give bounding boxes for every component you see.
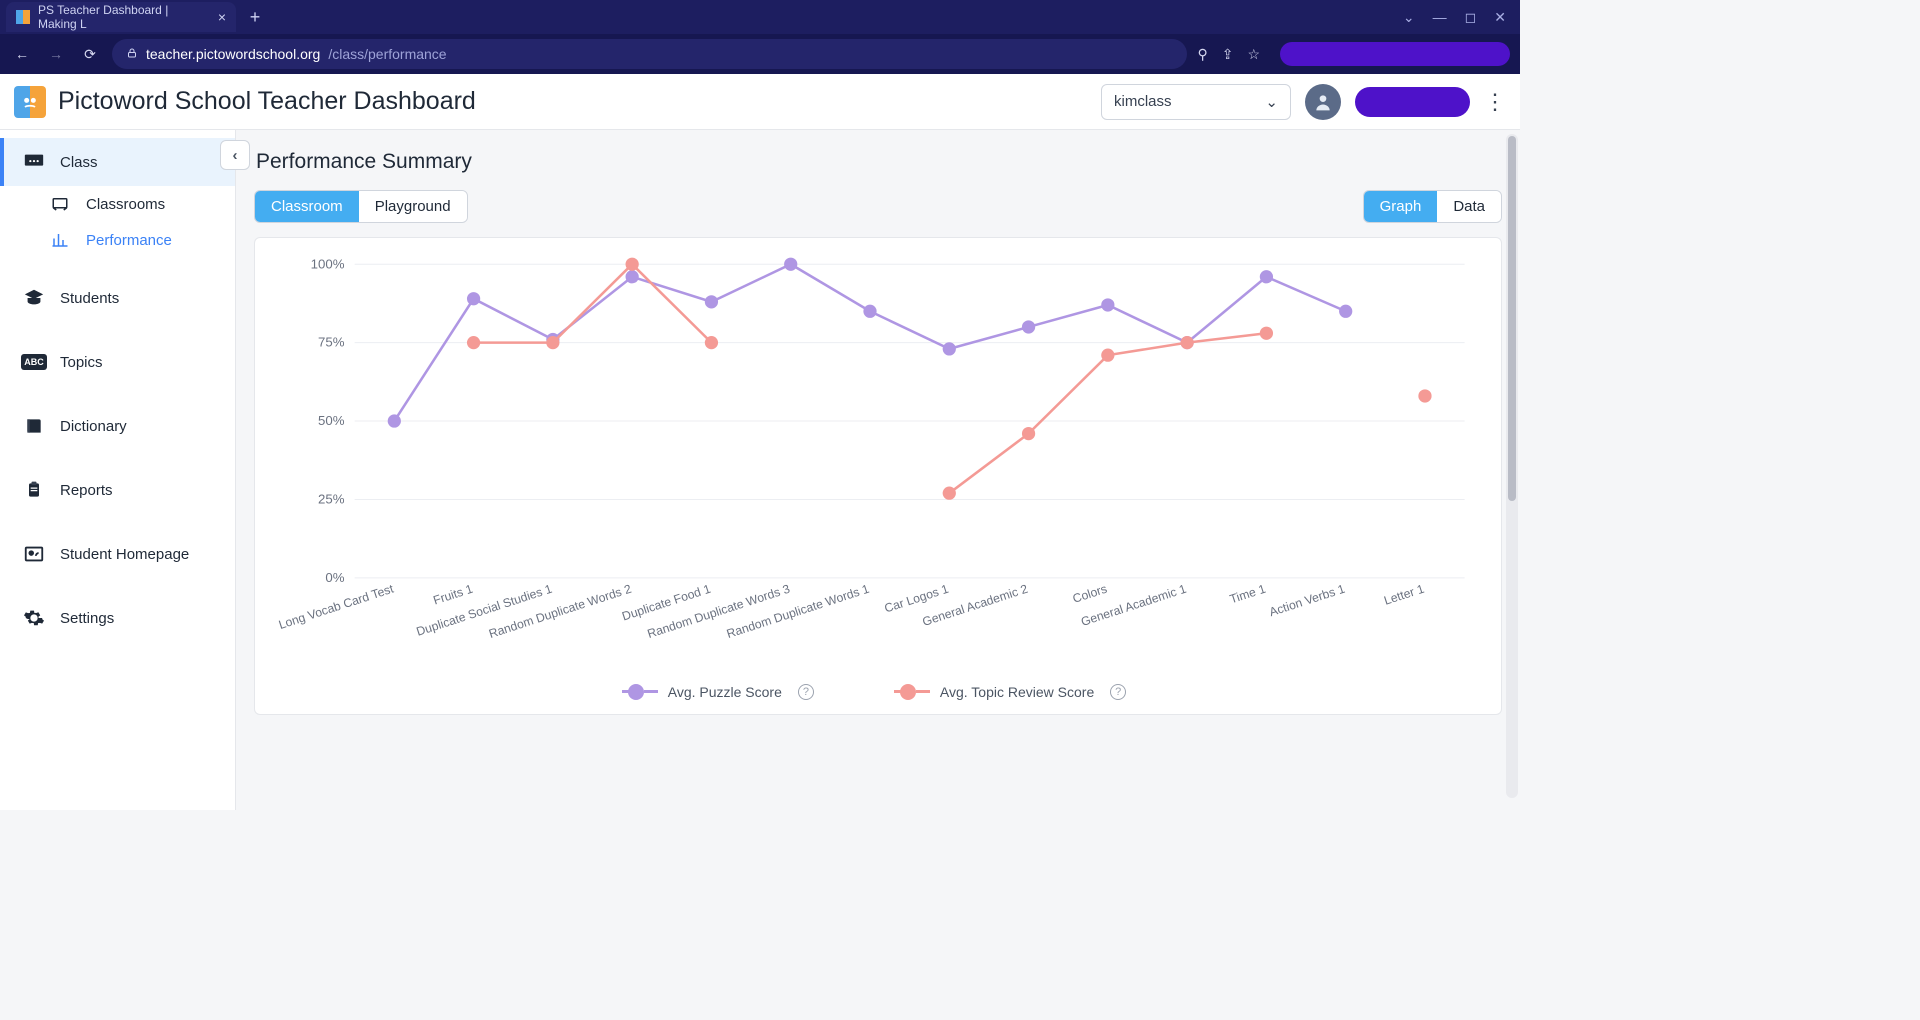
window-close-icon[interactable]: ✕ [1494,9,1506,26]
tab-close-icon[interactable]: × [218,10,226,24]
tab-graph[interactable]: Graph [1364,191,1438,222]
app-logo-icon [14,86,46,118]
person-card-icon [22,542,46,566]
svg-text:75%: 75% [318,335,345,350]
url-path: /class/performance [328,46,446,62]
sidebar-item-class[interactable]: Class [0,138,235,186]
sidebar-item-label: Reports [60,482,113,499]
legend-puzzle: Avg. Puzzle Score ? [622,684,814,700]
app-title: Pictoword School Teacher Dashboard [58,87,476,116]
tab-classroom[interactable]: Classroom [255,191,359,222]
view-tabs: Graph Data [1363,190,1502,223]
sidebar-item-dictionary[interactable]: Dictionary [0,402,235,450]
content-area: Performance Summary Classroom Playground… [236,130,1520,810]
more-menu-button[interactable]: ⋮ [1484,89,1506,115]
abc-icon: ABC [22,350,46,374]
sidebar-item-label: Students [60,290,119,307]
svg-text:Random Duplicate Words 1: Random Duplicate Words 1 [725,582,871,641]
svg-text:Duplicate Social Studies 1: Duplicate Social Studies 1 [415,582,554,639]
address-bar[interactable]: teacher.pictowordschool.org/class/perfor… [112,39,1187,69]
page-title: Performance Summary [256,150,1502,174]
tab-favicon-icon [16,10,30,24]
performance-chart: 0% 25% 50% 75% 100% Long Vocab Card Test Fruit… [263,252,1485,680]
svg-text:25%: 25% [318,492,345,507]
avatar[interactable] [1305,84,1341,120]
tab-strip: PS Teacher Dashboard | Making L × + ⌄ — … [0,0,1520,34]
sidebar-item-reports[interactable]: Reports [0,466,235,514]
sidebar: ‹ Class Classrooms Performance [0,130,236,810]
chart-icon [48,228,72,252]
sidebar-item-label: Topics [60,354,103,371]
svg-text:Letter 1: Letter 1 [1382,582,1426,608]
sidebar-item-student-homepage[interactable]: Student Homepage [0,530,235,578]
sidebar-item-performance[interactable]: Performance [0,222,235,258]
sidebar-item-settings[interactable]: Settings [0,594,235,642]
help-icon[interactable]: ? [798,684,814,700]
window-controls: ⌄ — ◻ ✕ [1403,9,1514,26]
sidebar-item-students[interactable]: Students [0,274,235,322]
window-minimize-icon[interactable]: — [1433,9,1447,25]
svg-text:Fruits 1: Fruits 1 [431,582,474,608]
sidebar-item-topics[interactable]: ABC Topics [0,338,235,386]
scrollbar[interactable] [1506,134,1518,798]
svg-text:100%: 100% [311,256,345,271]
classroom-icon [48,192,72,216]
clipboard-icon [22,478,46,502]
url-host: teacher.pictowordschool.org [146,46,320,62]
book-icon [22,414,46,438]
gear-icon [22,606,46,630]
chalkboard-icon [22,150,46,174]
help-icon[interactable]: ? [1110,684,1126,700]
collapse-sidebar-button[interactable]: ‹ [220,140,250,170]
legend-review: Avg. Topic Review Score ? [894,684,1126,700]
svg-text:Long Vocab Card Test: Long Vocab Card Test [277,581,396,632]
svg-text:Action Verbs 1: Action Verbs 1 [1267,582,1346,620]
tab-playground[interactable]: Playground [359,191,467,222]
chart-legend: Avg. Puzzle Score ? Avg. Topic Review Sc… [263,684,1485,700]
class-select-value: kimclass [1114,93,1172,110]
chevron-down-icon: ⌄ [1265,93,1278,111]
graduation-cap-icon [22,286,46,310]
back-button[interactable]: ← [10,46,34,62]
chart-card: 0% 25% 50% 75% 100% Long Vocab Card Test Fruit… [254,237,1502,715]
forward-button[interactable]: → [44,46,68,62]
class-select[interactable]: kimclass ⌄ [1101,84,1291,120]
user-name-redacted [1355,87,1470,117]
svg-text:Time 1: Time 1 [1228,582,1268,607]
sidebar-item-classrooms[interactable]: Classrooms [0,186,235,222]
tab-data[interactable]: Data [1437,191,1501,222]
bookmark-star-icon[interactable]: ☆ [1247,46,1260,63]
svg-text:Random Duplicate Words 3: Random Duplicate Words 3 [646,582,792,641]
lock-icon [126,46,138,62]
new-tab-button[interactable]: + [242,4,268,30]
sidebar-item-label: Class [60,154,98,171]
legend-label: Avg. Topic Review Score [940,684,1094,700]
svg-text:50%: 50% [318,413,345,428]
scope-tabs: Classroom Playground [254,190,468,223]
tab-title: PS Teacher Dashboard | Making L [38,3,204,31]
svg-text:Colors: Colors [1071,582,1109,606]
share-icon[interactable]: ⇪ [1222,46,1234,63]
profile-redacted [1280,42,1510,66]
window-maximize-icon[interactable]: ◻ [1465,9,1477,26]
sidebar-item-label: Settings [60,610,114,627]
sidebar-item-label: Dictionary [60,418,127,435]
key-icon[interactable]: ⚲ [1197,46,1207,63]
chevron-down-icon[interactable]: ⌄ [1403,9,1415,26]
sidebar-item-label: Student Homepage [60,546,189,563]
sidebar-item-label: Performance [86,232,172,249]
app-header: Pictoword School Teacher Dashboard kimcl… [0,74,1520,130]
address-row: ← → ⟳ teacher.pictowordschool.org/class/… [0,34,1520,74]
svg-text:Random Duplicate Words 2: Random Duplicate Words 2 [487,582,633,641]
reload-button[interactable]: ⟳ [78,46,102,63]
svg-text:0%: 0% [325,570,344,585]
legend-label: Avg. Puzzle Score [668,684,782,700]
browser-tab[interactable]: PS Teacher Dashboard | Making L × [6,2,236,32]
sidebar-item-label: Classrooms [86,196,165,213]
